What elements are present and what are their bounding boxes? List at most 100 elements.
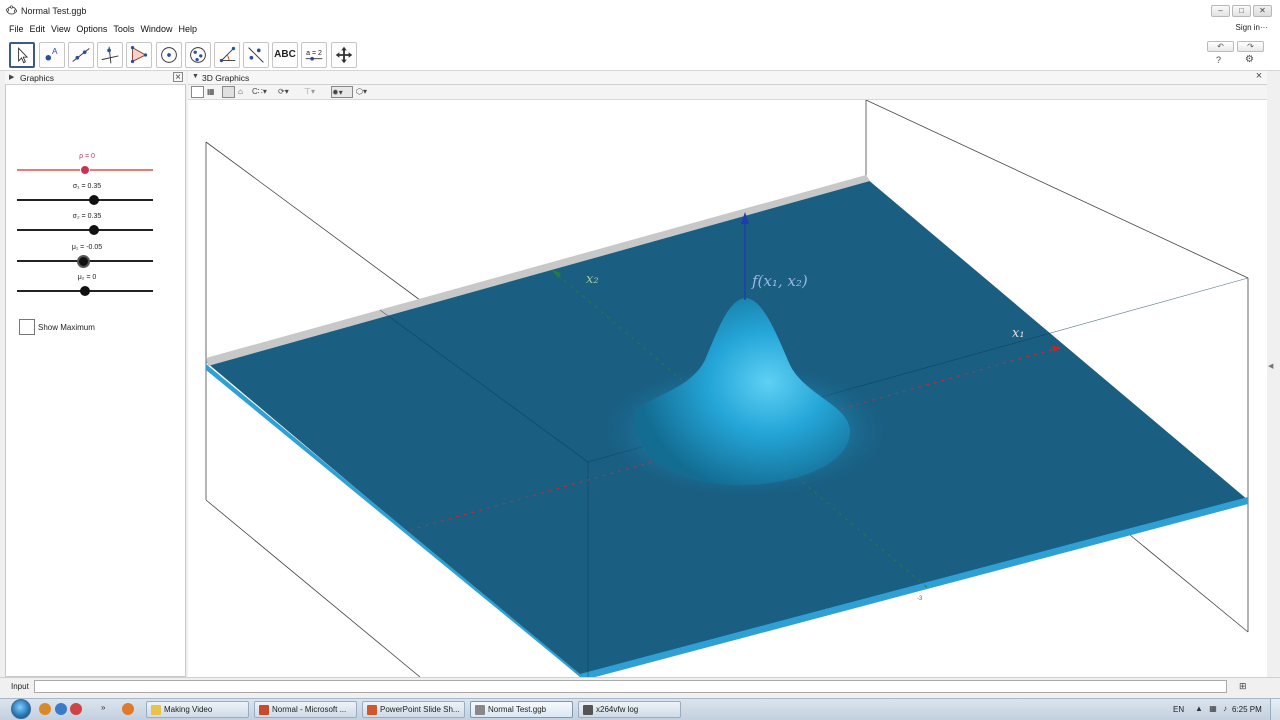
taskbar-item-powerpoint[interactable]: Normal - Microsoft ... — [254, 701, 357, 718]
slideshow-icon — [367, 705, 377, 715]
right-panel-edge — [1267, 71, 1280, 677]
graphics3d-panel-header — [188, 71, 1267, 85]
menu-window[interactable]: Window — [137, 22, 175, 36]
maximize-button[interactable]: □ — [1232, 5, 1251, 17]
menu-edit[interactable]: Edit — [27, 22, 49, 36]
slider-rho-knob[interactable] — [80, 165, 90, 175]
graphics3d-view[interactable]: f(x₁, x₂) x₂ x₁ -3 — [188, 100, 1267, 677]
quicklaunch-overflow-icon[interactable]: » — [101, 703, 105, 712]
ellipse-icon — [190, 47, 206, 63]
network-icon[interactable]: ▦ — [1208, 704, 1218, 714]
line-tool-button[interactable] — [68, 42, 94, 68]
show-desktop-button[interactable] — [1270, 699, 1280, 720]
taskbar-item-slideshow[interactable]: PowerPoint Slide Sh... — [362, 701, 465, 718]
angle-tool-button[interactable] — [214, 42, 240, 68]
menu-options[interactable]: Options — [73, 22, 110, 36]
slider-sigma1-knob[interactable] — [89, 195, 99, 205]
taskbar-item-label: x264vfw log — [596, 705, 639, 714]
window-title: Normal Test.ggb — [21, 6, 87, 16]
slider-sigma2-label: σ₂ = 0.35 — [72, 213, 102, 220]
slider-mu1[interactable] — [17, 255, 153, 268]
clock[interactable]: 6:25 PM — [1232, 705, 1262, 714]
move-tool-button[interactable] — [9, 42, 35, 68]
point-tool-button[interactable]: A — [39, 42, 65, 68]
language-indicator[interactable]: EN — [1173, 705, 1184, 714]
projection-dropdown[interactable]: ⬡▾ — [356, 86, 367, 98]
grid-toggle-button[interactable]: ▦ — [207, 86, 219, 98]
x1-axis-label: x₁ — [1012, 326, 1025, 341]
home-icon[interactable]: ⌂ — [238, 86, 243, 98]
taskbar-item-making-video[interactable]: Making Video — [146, 701, 249, 718]
graphics-panel — [5, 71, 186, 677]
menu-view[interactable]: View — [48, 22, 73, 36]
taskbar-item-geogebra[interactable]: Normal Test.ggb — [470, 701, 573, 718]
svg-text:A: A — [52, 46, 58, 56]
collapse-arrow-icon[interactable]: ▼ — [192, 73, 199, 80]
title-bar — [0, 0, 1280, 22]
redo-icon: ↷ — [1247, 42, 1254, 51]
keyboard-icon[interactable]: ⊞ — [1239, 681, 1247, 692]
reflect-tool-button[interactable] — [243, 42, 269, 68]
text-tool-button[interactable]: ABC — [272, 42, 298, 68]
explorer-quicklaunch-icon[interactable] — [39, 703, 51, 715]
menu-help[interactable]: Help — [175, 22, 200, 36]
gear-icon[interactable]: ⚙ — [1245, 54, 1254, 65]
slider-tool-button[interactable]: a = 2 — [301, 42, 327, 68]
show-maximum-label: Show Maximum — [38, 323, 95, 332]
taskbar-item-label: Normal - Microsoft ... — [272, 705, 347, 714]
ie-quicklaunch-icon[interactable] — [55, 703, 67, 715]
sign-in-link[interactable]: Sign in··· — [1236, 23, 1268, 32]
firefox-quicklaunch-icon[interactable] — [122, 703, 134, 715]
tray-arrow-icon[interactable]: ▲ — [1194, 704, 1204, 714]
menu-file[interactable]: File — [6, 22, 27, 36]
menu-tools[interactable]: Tools — [110, 22, 137, 36]
collapse-right-icon[interactable]: ◀ — [1268, 362, 1273, 370]
close-window-button[interactable]: ✕ — [1253, 5, 1272, 17]
undo-button[interactable]: ↶ — [1207, 41, 1234, 52]
redo-button[interactable]: ↷ — [1237, 41, 1264, 52]
slider-mu1-label: μ₁ = -0.05 — [71, 244, 103, 251]
label-style-dropdown[interactable]: ⊤▾ — [304, 86, 315, 98]
point-capturing-dropdown[interactable]: ✹▾ — [331, 86, 353, 98]
polygon-tool-button[interactable] — [126, 42, 152, 68]
slider-mu2-knob[interactable] — [80, 286, 90, 296]
slider-mu2[interactable] — [17, 286, 153, 296]
rotate-view-dropdown[interactable]: ⟳▾ — [278, 86, 289, 98]
taskbar-item-x264[interactable]: x264vfw log — [578, 701, 681, 718]
move-graphics-tool-button[interactable] — [331, 42, 357, 68]
folder-icon — [151, 705, 161, 715]
close-graphics-panel-icon[interactable]: × — [173, 72, 183, 83]
media-quicklaunch-icon[interactable] — [70, 703, 82, 715]
circle-icon — [161, 47, 177, 63]
text-tool-label: ABC — [274, 49, 296, 60]
slider-sigma2[interactable] — [17, 225, 153, 235]
minimize-button[interactable]: – — [1211, 5, 1230, 17]
slider-mu1-knob[interactable] — [77, 255, 90, 268]
slider-rho[interactable] — [17, 165, 153, 175]
move-arrows-icon — [335, 46, 353, 64]
start-button[interactable] — [11, 699, 31, 719]
slider-rho-label: ρ = 0 — [79, 153, 95, 160]
slider-sigma2-knob[interactable] — [89, 225, 99, 235]
x2-axis-label: x₂ — [586, 272, 599, 287]
volume-icon[interactable]: ♪ — [1220, 704, 1230, 714]
taskbar-item-label: Normal Test.ggb — [488, 705, 547, 714]
z-axis-label: f(x₁, x₂) — [751, 272, 808, 290]
help-icon[interactable]: ? — [1216, 55, 1221, 65]
show-maximum-checkbox[interactable] — [19, 319, 35, 335]
perpendicular-tool-button[interactable] — [97, 42, 123, 68]
axes-toggle-button[interactable] — [191, 86, 204, 98]
tick-label: -3 — [917, 596, 923, 602]
input-label: Input — [11, 682, 29, 691]
graphics3d-canvas[interactable]: f(x₁, x₂) x₂ x₁ -3 — [188, 100, 1267, 677]
powerpoint-icon — [259, 705, 269, 715]
plane-toggle-button[interactable] — [222, 86, 235, 98]
slider-sigma1[interactable] — [17, 195, 153, 205]
close-graphics3d-panel-icon[interactable]: × — [1254, 71, 1264, 82]
perpendicular-line-icon — [101, 46, 119, 64]
conic-tool-button[interactable] — [185, 42, 211, 68]
circle-tool-button[interactable] — [156, 42, 182, 68]
view-direction-dropdown[interactable]: C∷▾ — [252, 86, 267, 98]
input-field[interactable] — [34, 680, 1227, 693]
expand-arrow-icon[interactable]: ▶ — [9, 73, 14, 81]
